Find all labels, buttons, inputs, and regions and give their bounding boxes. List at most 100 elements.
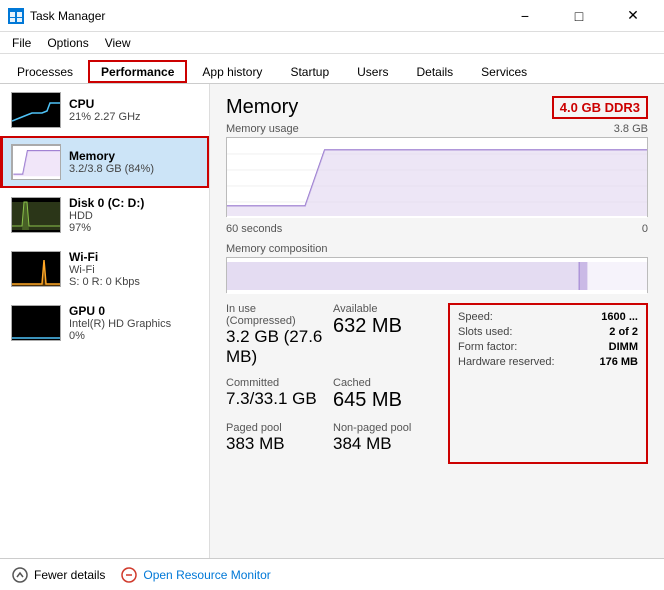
- titlebar-controls: − □ ✕: [502, 1, 656, 31]
- nonpaged-label: Non-paged pool: [333, 422, 432, 434]
- hw-label: Hardware reserved:: [458, 356, 555, 368]
- disk-thumb: [11, 197, 61, 233]
- available-label: Available: [333, 303, 432, 315]
- menubar: File Options View: [0, 32, 664, 54]
- stats-area: In use (Compressed) 3.2 GB (27.6 MB) Ava…: [226, 303, 648, 464]
- usage-label: Memory usage 3.8 GB: [226, 123, 648, 135]
- sidebar-item-disk[interactable]: Disk 0 (C: D:) HDD 97%: [0, 188, 209, 242]
- paged-stat: Paged pool 383 MB: [226, 422, 325, 454]
- speed-value: 1600 ...: [601, 311, 638, 323]
- stats-grid: In use (Compressed) 3.2 GB (27.6 MB) Ava…: [226, 303, 432, 464]
- cpu-thumb: [11, 92, 61, 128]
- cpu-name: CPU: [69, 97, 201, 111]
- menu-options[interactable]: Options: [39, 32, 96, 53]
- minimize-button[interactable]: −: [502, 1, 548, 31]
- content-header: Memory 4.0 GB DDR3: [226, 96, 648, 119]
- titlebar: Task Manager − □ ✕: [0, 0, 664, 32]
- form-label: Form factor:: [458, 341, 517, 353]
- monitor-icon: [121, 567, 137, 583]
- memory-badge: 4.0 GB DDR3: [552, 96, 648, 119]
- composition-label: Memory composition: [226, 243, 648, 255]
- cached-value: 645 MB: [333, 389, 432, 412]
- gpu-sub1: Intel(R) HD Graphics: [69, 318, 201, 330]
- wifi-sub2: S: 0 R: 0 Kbps: [69, 276, 201, 288]
- tab-details[interactable]: Details: [403, 60, 466, 83]
- cpu-sub: 21% 2.27 GHz: [69, 111, 201, 123]
- sidebar-item-cpu[interactable]: CPU 21% 2.27 GHz: [0, 84, 209, 136]
- tab-services[interactable]: Services: [468, 60, 540, 83]
- app-icon: [8, 8, 24, 24]
- menu-file[interactable]: File: [4, 32, 39, 53]
- gpu-thumb: [11, 305, 61, 341]
- speed-label: Speed:: [458, 311, 493, 323]
- app-title: Task Manager: [30, 9, 105, 23]
- paged-label: Paged pool: [226, 422, 325, 434]
- fewer-details-button[interactable]: Fewer details: [12, 567, 105, 583]
- sidebar-item-memory[interactable]: Memory 3.2/3.8 GB (84%): [0, 136, 209, 188]
- tab-startup[interactable]: Startup: [277, 60, 342, 83]
- footer: Fewer details Open Resource Monitor: [0, 558, 664, 590]
- gpu-name: GPU 0: [69, 304, 201, 318]
- available-stat: Available 632 MB: [333, 303, 432, 367]
- main-area: CPU 21% 2.27 GHz Memory 3.2/3.8 GB (84%): [0, 84, 664, 558]
- form-value: DIMM: [609, 341, 638, 353]
- open-resource-monitor-button[interactable]: Open Resource Monitor: [121, 567, 270, 583]
- gpu-sub2: 0%: [69, 330, 201, 342]
- stats-left: In use (Compressed) 3.2 GB (27.6 MB) Ava…: [226, 303, 432, 464]
- hw-row: Hardware reserved: 176 MB: [458, 356, 638, 368]
- tab-apphistory[interactable]: App history: [189, 60, 275, 83]
- wifi-thumb: [11, 251, 61, 287]
- slots-row: Slots used: 2 of 2: [458, 326, 638, 338]
- stats-right: Speed: 1600 ... Slots used: 2 of 2 Form …: [448, 303, 648, 464]
- tab-performance[interactable]: Performance: [88, 60, 187, 83]
- speed-row: Speed: 1600 ...: [458, 311, 638, 323]
- sidebar-item-wifi[interactable]: Wi-Fi Wi-Fi S: 0 R: 0 Kbps: [0, 242, 209, 296]
- memory-sub: 3.2/3.8 GB (84%): [69, 163, 201, 175]
- disk-info: Disk 0 (C: D:) HDD 97%: [69, 196, 201, 234]
- usage-chart: [226, 137, 648, 217]
- cpu-info: CPU 21% 2.27 GHz: [69, 97, 201, 123]
- titlebar-left: Task Manager: [8, 8, 105, 24]
- memory-thumb: [11, 144, 61, 180]
- chevron-up-icon: [12, 567, 28, 583]
- maximize-button[interactable]: □: [556, 1, 602, 31]
- tab-users[interactable]: Users: [344, 60, 401, 83]
- paged-value: 383 MB: [226, 434, 325, 454]
- disk-sub2: 97%: [69, 222, 201, 234]
- fewer-details-label: Fewer details: [34, 568, 105, 582]
- nonpaged-stat: Non-paged pool 384 MB: [333, 422, 432, 454]
- disk-name: Disk 0 (C: D:): [69, 196, 201, 210]
- resource-monitor-label[interactable]: Open Resource Monitor: [143, 568, 270, 582]
- committed-value: 7.3/33.1 GB: [226, 389, 325, 409]
- wifi-info: Wi-Fi Wi-Fi S: 0 R: 0 Kbps: [69, 250, 201, 288]
- hw-value: 176 MB: [599, 356, 638, 368]
- sidebar: CPU 21% 2.27 GHz Memory 3.2/3.8 GB (84%): [0, 84, 210, 558]
- nonpaged-value: 384 MB: [333, 434, 432, 454]
- slots-value: 2 of 2: [609, 326, 638, 338]
- tabbar: Processes Performance App history Startu…: [0, 54, 664, 84]
- inuse-stat: In use (Compressed) 3.2 GB (27.6 MB): [226, 303, 325, 367]
- wifi-name: Wi-Fi: [69, 250, 201, 264]
- content-title: Memory: [226, 96, 298, 119]
- inuse-value: 3.2 GB (27.6 MB): [226, 327, 325, 367]
- menu-view[interactable]: View: [97, 32, 139, 53]
- form-row: Form factor: DIMM: [458, 341, 638, 353]
- close-button[interactable]: ✕: [610, 1, 656, 31]
- sidebar-item-gpu[interactable]: GPU 0 Intel(R) HD Graphics 0%: [0, 296, 209, 350]
- content-area: Memory 4.0 GB DDR3 Memory usage 3.8 GB 6…: [210, 84, 664, 558]
- tab-processes[interactable]: Processes: [4, 60, 86, 83]
- inuse-label: In use (Compressed): [226, 303, 325, 327]
- committed-label: Committed: [226, 377, 325, 389]
- slots-label: Slots used:: [458, 326, 512, 338]
- chart-footer: 60 seconds 0: [226, 223, 648, 235]
- available-value: 632 MB: [333, 315, 432, 338]
- cached-stat: Cached 645 MB: [333, 377, 432, 412]
- cached-label: Cached: [333, 377, 432, 389]
- gpu-info: GPU 0 Intel(R) HD Graphics 0%: [69, 304, 201, 342]
- disk-sub1: HDD: [69, 210, 201, 222]
- composition-chart: [226, 257, 648, 293]
- memory-info: Memory 3.2/3.8 GB (84%): [69, 149, 201, 175]
- wifi-sub1: Wi-Fi: [69, 264, 201, 276]
- memory-name: Memory: [69, 149, 201, 163]
- committed-stat: Committed 7.3/33.1 GB: [226, 377, 325, 412]
